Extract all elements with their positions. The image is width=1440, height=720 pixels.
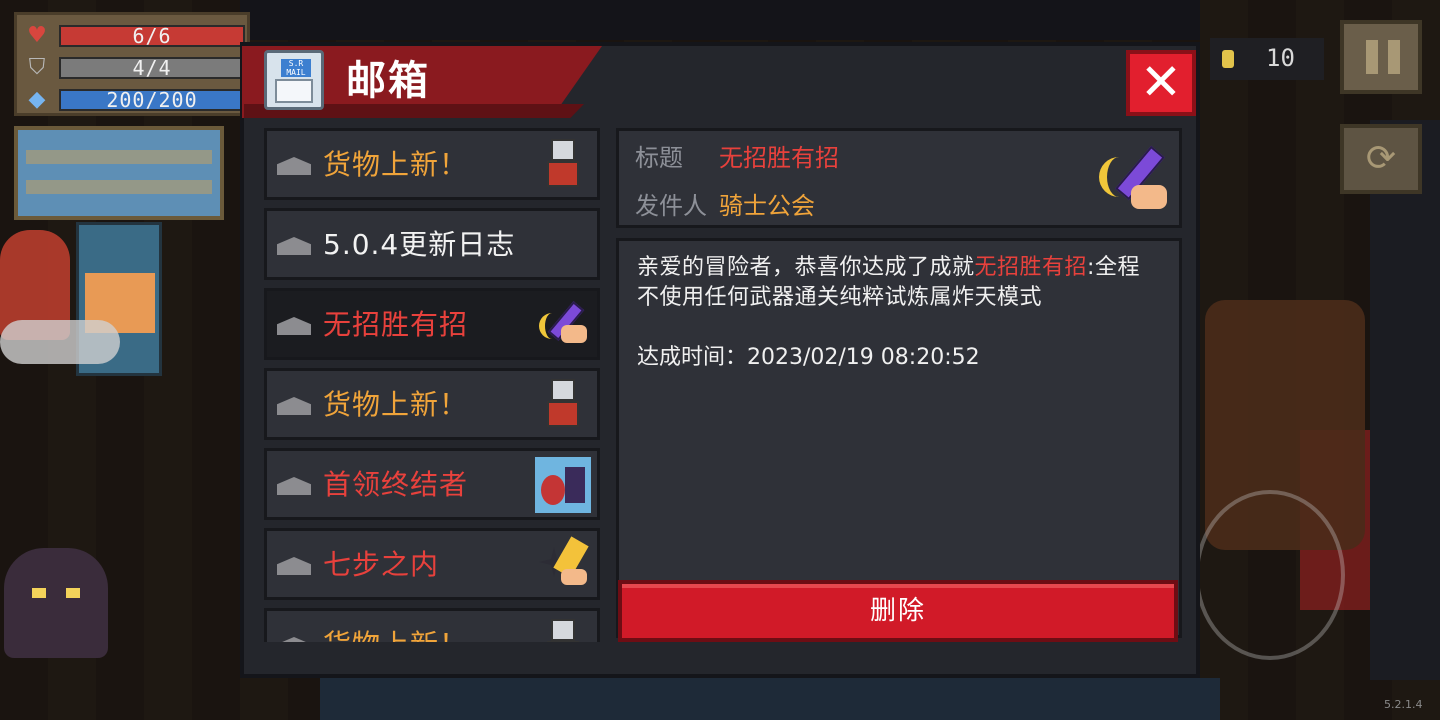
hp-bar: 6/6: [59, 25, 245, 47]
sword-hand-icon: [535, 297, 591, 353]
mail-item[interactable]: 货物上新！: [264, 128, 600, 200]
burst-icon: [535, 536, 591, 593]
envelope-icon: [275, 79, 313, 103]
mail-item-label: 5.0.4更新日志: [323, 228, 516, 261]
mail-item[interactable]: 首领终结者: [264, 448, 600, 520]
envelope-icon: [277, 317, 311, 335]
knight-icon: [535, 137, 591, 193]
achievement-time: 达成时间：2023/02/19 08:20:52: [637, 345, 980, 370]
hp-stat: ♥ 6/6: [21, 23, 247, 49]
mail-item-selected[interactable]: 无招胜有招: [264, 288, 600, 360]
joystick[interactable]: [1195, 490, 1345, 660]
coin-icon: [1222, 50, 1234, 68]
mail-item-label: 货物上新！: [323, 388, 469, 421]
mail-item[interactable]: 5.0.4更新日志: [264, 208, 600, 280]
mail-icon: S.R MAIL: [264, 50, 324, 110]
energy-bar: 200/200: [59, 89, 245, 111]
game-wall: [240, 0, 1200, 40]
title-value: 无招胜有招: [719, 144, 839, 172]
swap-icon: ⟳: [1365, 138, 1397, 179]
mail-item[interactable]: 七步之内: [264, 528, 600, 600]
mail-body-text: 亲爱的冒险者，恭喜你达成了成就无招胜有招:全程不使用任何武器通关纯粹试炼属炸天模…: [637, 253, 1157, 313]
envelope-icon: [277, 477, 311, 495]
envelope-icon: [277, 557, 311, 575]
npc-character: [4, 548, 108, 658]
title-key: 标题: [635, 144, 683, 172]
mail-list[interactable]: 货物上新！ 5.0.4更新日志 无招胜有招 货物上新！ 首领终结者 七步之内: [262, 128, 602, 642]
armor-value: 4/4: [132, 56, 172, 80]
pause-icon-bar: [1388, 40, 1400, 74]
mail-detail-header: 标题 无招胜有招 发件人 骑士公会: [616, 128, 1182, 228]
sender-key: 发件人: [635, 192, 707, 220]
envelope-icon: [277, 237, 311, 255]
knight-icon: [535, 377, 591, 433]
close-icon: ✕: [1140, 53, 1182, 111]
mail-sender-row: 发件人 骑士公会: [635, 191, 815, 221]
shield-icon: ⛉: [28, 55, 46, 80]
hp-value: 6/6: [132, 24, 172, 48]
sender-value: 骑士公会: [719, 192, 815, 220]
sword-hand-icon: [1095, 143, 1171, 219]
delete-label: 删除: [869, 596, 926, 626]
player-stats-panel: ♥ 6/6 ⛉ 4/4 ◆ 200/200: [14, 12, 250, 116]
mail-detail-body: 亲爱的冒险者，恭喜你达成了成就无招胜有招:全程不使用任何武器通关纯粹试炼属炸天模…: [616, 238, 1182, 638]
smoke-effect: [0, 320, 120, 364]
heart-icon: ♥: [27, 23, 47, 48]
energy-value: 200/200: [106, 88, 198, 112]
delete-button[interactable]: 删除: [618, 580, 1178, 642]
wall-shelf: [1370, 120, 1440, 680]
body-highlight: 无招胜有招: [974, 255, 1088, 280]
armor-stat: ⛉ 4/4: [21, 55, 247, 81]
pause-icon: [1366, 40, 1378, 74]
envelope-icon: [277, 397, 311, 415]
mail-title-row: 标题 无招胜有招: [635, 143, 839, 173]
gem-icon: ◆: [28, 87, 46, 112]
coin-counter: 10: [1210, 38, 1324, 80]
mail-item-label: 无招胜有招: [323, 308, 469, 341]
mail-icon-tag: S.R MAIL: [281, 59, 311, 77]
pause-button[interactable]: [1340, 20, 1422, 94]
armor-bar: 4/4: [59, 57, 245, 79]
wall-poster: [14, 126, 224, 220]
mail-item-label: 七步之内: [323, 548, 440, 581]
boss-icon: [535, 457, 591, 513]
envelope-icon: [277, 637, 311, 642]
envelope-icon: [277, 157, 311, 175]
swap-weapon-button[interactable]: ⟳: [1340, 124, 1422, 194]
body-prefix: 亲爱的冒险者，恭喜你达成了成就: [637, 255, 975, 280]
energy-stat: ◆ 200/200: [21, 87, 247, 113]
mailbox-dialog: S.R MAIL 邮箱 ✕ 货物上新！ 5.0.4更新日志 无招胜有招 货物上新…: [240, 42, 1200, 678]
mail-item[interactable]: 货物上新！: [264, 608, 600, 642]
mail-item-label: 货物上新！: [323, 148, 469, 181]
floor-strip: [320, 678, 1220, 720]
knight-icon: [535, 617, 591, 642]
version-label: 5.2.1.4: [1384, 698, 1423, 711]
mail-item-label: 货物上新！: [323, 627, 468, 642]
close-button[interactable]: ✕: [1126, 50, 1196, 116]
mail-item-label: 首领终结者: [323, 468, 469, 501]
mail-item[interactable]: 货物上新！: [264, 368, 600, 440]
mailbox-title: 邮箱: [346, 58, 430, 104]
coin-value: 10: [1266, 44, 1295, 72]
